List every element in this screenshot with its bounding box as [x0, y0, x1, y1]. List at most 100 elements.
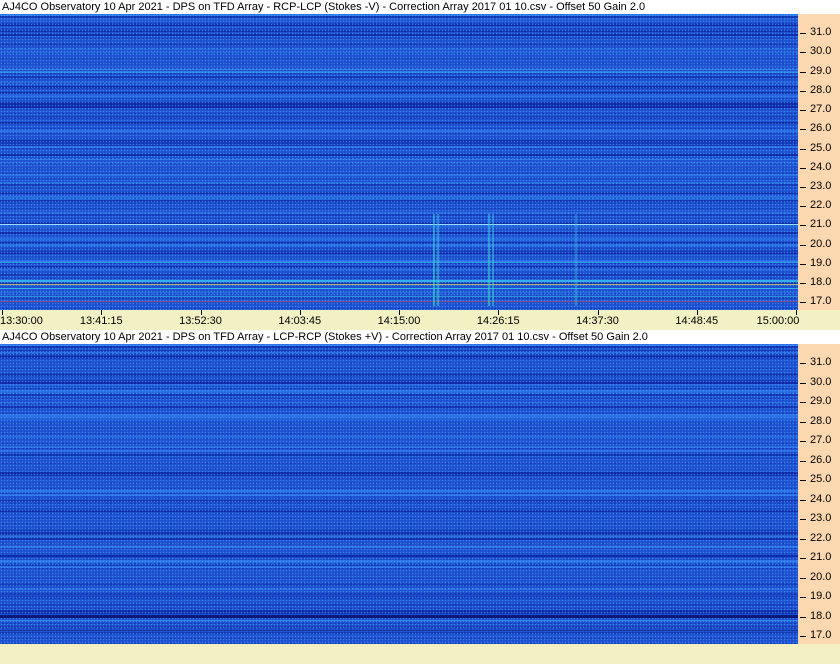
y-tick-label: 26.0 [810, 453, 832, 466]
y-tick-label: 19.0 [810, 590, 832, 603]
y-tick-mark [800, 302, 806, 304]
y-tick-mark [800, 382, 806, 384]
y-tick-mark [800, 577, 806, 579]
y-tick-label: 17.0 [810, 295, 832, 308]
y-tick-label: 24.0 [810, 492, 832, 505]
y-tick-mark [800, 71, 806, 73]
y-tick-mark [800, 52, 806, 54]
y-tick-label: 30.0 [810, 375, 832, 388]
spectrogram-plot [0, 344, 798, 644]
y-tick-mark [800, 110, 806, 112]
noise-texture [0, 14, 798, 310]
y-tick-mark [800, 519, 806, 521]
y-tick-mark [800, 480, 806, 482]
y-tick-label: 21.0 [810, 218, 832, 231]
y-tick-mark [800, 441, 806, 443]
y-tick-mark [800, 499, 806, 501]
emission-line [0, 301, 798, 303]
y-tick-label: 23.0 [810, 179, 832, 192]
y-tick-mark [800, 33, 806, 35]
emission-line [0, 555, 798, 558]
y-tick-mark [800, 129, 806, 131]
emission-line [0, 534, 798, 537]
emission-line [0, 287, 798, 289]
x-tick-label: 14:15:00 [377, 315, 421, 327]
y-tick-mark [800, 597, 806, 599]
emission-line [0, 280, 798, 283]
emission-line [0, 261, 798, 263]
y-tick-label: 27.0 [810, 103, 832, 116]
y-tick-label: 22.0 [810, 531, 832, 544]
y-tick-label: 23.0 [810, 512, 832, 525]
y-tick-mark [800, 402, 806, 404]
y-tick-label: 31.0 [810, 356, 832, 369]
y-tick-mark [800, 263, 806, 265]
y-tick-label: 28.0 [810, 414, 832, 427]
y-tick-mark [800, 167, 806, 169]
emission-line [0, 224, 798, 226]
y-tick-label: 29.0 [810, 395, 832, 408]
y-tick-mark [800, 283, 806, 285]
burst-feature [433, 213, 435, 307]
spectrogram-title: AJ4CO Observatory 10 Apr 2021 - DPS on T… [0, 330, 840, 344]
time-axis: 13:30:00 13:41:15 13:52:30 14:03:45 14:15:00… [0, 310, 840, 330]
x-tick-label: 13:52:30 [179, 315, 222, 327]
y-tick-mark [800, 460, 806, 462]
emission-line [0, 70, 798, 73]
frequency-axis: 31.0 30.0 29.0 28.0 27.0 26.0 25.0 24.0 23.0 22.0… [798, 14, 840, 310]
y-tick-label: 17.0 [810, 629, 832, 642]
emission-line [0, 614, 798, 618]
y-tick-mark [800, 636, 806, 638]
x-tick-label: 14:26:15 [476, 315, 520, 327]
x-tick-label: 14:48:45 [675, 315, 719, 327]
y-tick-mark [800, 186, 806, 188]
frequency-axis: 31.0 30.0 29.0 28.0 27.0 26.0 25.0 24.0 23.0 22.0… [798, 344, 840, 644]
x-tick-label: 15:00:00 [756, 315, 800, 327]
x-tick-label: 13:30:00 [0, 315, 43, 327]
panel-top: AJ4CO Observatory 10 Apr 2021 - DPS on T… [0, 0, 840, 330]
y-tick-label: 20.0 [810, 237, 832, 250]
spectrogram-title: AJ4CO Observatory 10 Apr 2021 - DPS on T… [0, 0, 840, 14]
emission-line [0, 284, 798, 286]
y-tick-label: 29.0 [810, 64, 832, 77]
y-tick-label: 19.0 [810, 256, 832, 269]
x-tick-label: 13:41:15 [79, 315, 123, 327]
y-tick-mark [800, 538, 806, 540]
y-tick-mark [800, 90, 806, 92]
y-tick-mark [800, 148, 806, 150]
y-tick-mark [800, 558, 806, 560]
y-tick-mark [800, 244, 806, 246]
y-tick-mark [800, 225, 806, 227]
burst-feature [437, 213, 439, 307]
emission-line [0, 630, 798, 632]
y-tick-label: 31.0 [810, 26, 832, 39]
y-tick-label: 30.0 [810, 45, 832, 58]
y-tick-label: 25.0 [810, 141, 832, 154]
spectrogram-plot [0, 14, 798, 310]
y-tick-label: 20.0 [810, 570, 832, 583]
y-tick-mark [800, 616, 806, 618]
y-tick-mark [800, 363, 806, 365]
burst-feature [492, 213, 494, 307]
panel-bottom: AJ4CO Observatory 10 Apr 2021 - DPS on T… [0, 330, 840, 664]
emission-line [0, 295, 798, 297]
emission-line [0, 237, 798, 240]
emission-line [0, 494, 798, 496]
burst-feature [488, 213, 490, 307]
x-tick-label: 14:03:45 [278, 315, 322, 327]
y-tick-label: 18.0 [810, 609, 832, 622]
y-tick-label: 22.0 [810, 199, 832, 212]
emission-line [0, 619, 798, 621]
y-tick-label: 27.0 [810, 434, 832, 447]
y-tick-mark [800, 421, 806, 423]
emission-line [0, 418, 798, 421]
x-tick-label: 14:37:30 [576, 315, 619, 327]
y-tick-label: 24.0 [810, 160, 832, 173]
y-tick-mark [800, 206, 806, 208]
y-tick-label: 25.0 [810, 473, 832, 486]
y-tick-label: 18.0 [810, 276, 832, 289]
emission-line [0, 594, 798, 596]
y-tick-label: 26.0 [810, 122, 832, 135]
burst-feature [575, 213, 577, 307]
y-tick-label: 28.0 [810, 83, 832, 96]
